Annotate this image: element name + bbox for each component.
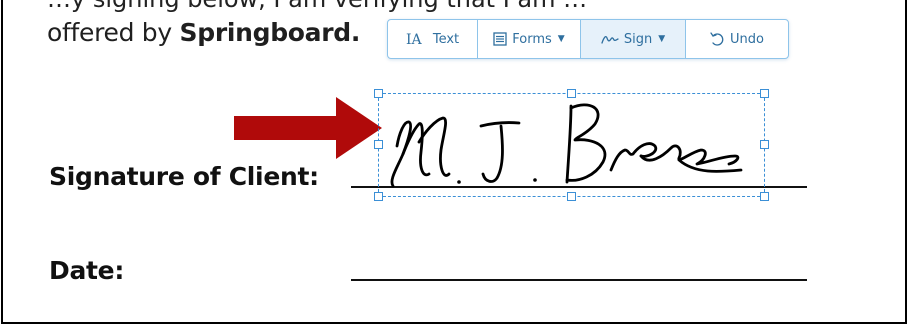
resize-handle-top-right[interactable]: [760, 89, 769, 98]
svg-text:IA: IA: [406, 32, 423, 47]
form-icon: [493, 32, 507, 46]
signature-selection-box[interactable]: [378, 93, 765, 197]
forms-dropdown-button[interactable]: Forms ▼: [478, 20, 581, 58]
resize-handle-middle-left[interactable]: [374, 140, 383, 149]
provider-name: Springboard.: [179, 18, 361, 47]
caret-down-icon: ▼: [658, 34, 666, 44]
date-line[interactable]: [351, 279, 807, 281]
sign-button-label: Sign: [623, 31, 653, 47]
text-button-label: Text: [432, 31, 460, 47]
sign-dropdown-button[interactable]: Sign ▼: [581, 20, 686, 58]
offered-prefix: offered by: [47, 18, 180, 47]
resize-handle-top-left[interactable]: [374, 89, 383, 98]
resize-handle-top-center[interactable]: [567, 89, 576, 98]
date-label: Date:: [49, 256, 125, 285]
edit-toolbar: IA Text Forms ▼ Sign ▼ Undo: [387, 19, 789, 59]
caret-down-icon: ▼: [557, 34, 565, 44]
arrow-right-icon: [234, 97, 382, 159]
resize-handle-middle-right[interactable]: [760, 140, 769, 149]
undo-button[interactable]: Undo: [686, 20, 787, 58]
resize-handle-bottom-right[interactable]: [760, 192, 769, 201]
text-cursor-icon: IA: [406, 31, 428, 47]
signature-icon: [601, 33, 619, 45]
undo-button-label: Undo: [730, 31, 764, 47]
offered-by-line: offered by Springboard.: [47, 18, 360, 47]
undo-icon: [709, 31, 725, 47]
signature-label: Signature of Client:: [49, 162, 319, 191]
clipped-text-line: …y signing below, I am verifying that I …: [47, 0, 587, 13]
resize-handle-bottom-left[interactable]: [374, 192, 383, 201]
text-button[interactable]: IA Text: [388, 20, 478, 58]
forms-button-label: Forms: [512, 31, 552, 47]
document-page: …y signing below, I am verifying that I …: [1, 0, 907, 324]
resize-handle-bottom-center[interactable]: [567, 192, 576, 201]
